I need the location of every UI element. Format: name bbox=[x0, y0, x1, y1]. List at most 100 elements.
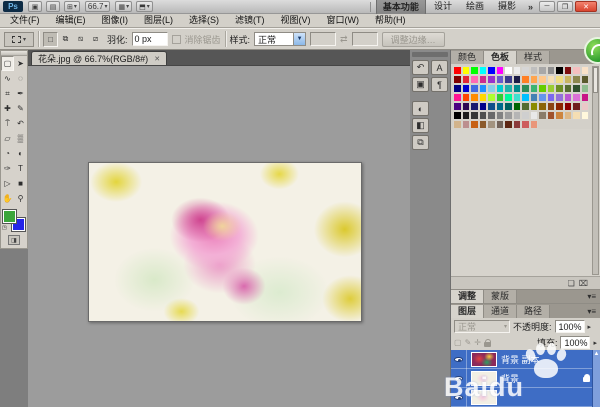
pen-tool[interactable]: ✑ bbox=[1, 161, 14, 176]
blur-tool[interactable]: ◔ bbox=[1, 146, 14, 161]
layer-row[interactable]: 背景 bbox=[451, 369, 600, 388]
workspace-overflow-button[interactable]: » bbox=[524, 2, 537, 12]
color-swatch[interactable] bbox=[504, 120, 513, 129]
type-tool[interactable]: T bbox=[14, 161, 27, 176]
zoom-tool[interactable]: ⚲ bbox=[14, 191, 27, 206]
refine-edge-button[interactable]: 调整边缘… bbox=[382, 32, 445, 47]
zoom-level-control[interactable]: 66.7 ▾ bbox=[85, 1, 111, 12]
color-swatch[interactable] bbox=[538, 84, 547, 93]
color-swatch[interactable] bbox=[479, 102, 488, 111]
color-swatch[interactable] bbox=[581, 84, 590, 93]
color-swatch[interactable] bbox=[564, 102, 573, 111]
subtract-selection-icon[interactable]: ⧅ bbox=[73, 32, 88, 47]
color-swatch[interactable] bbox=[470, 84, 479, 93]
hand-tool[interactable]: ✋ bbox=[1, 191, 14, 206]
color-swatch[interactable] bbox=[504, 84, 513, 93]
color-swatch[interactable] bbox=[504, 111, 513, 120]
layer-comps-icon[interactable]: ▣ bbox=[412, 77, 429, 92]
color-swatch[interactable] bbox=[479, 111, 488, 120]
color-swatch[interactable] bbox=[462, 102, 471, 111]
color-swatch[interactable] bbox=[487, 84, 496, 93]
color-swatch[interactable] bbox=[581, 102, 590, 111]
color-swatch[interactable] bbox=[547, 93, 556, 102]
color-swatch[interactable] bbox=[470, 66, 479, 75]
color-swatch[interactable] bbox=[504, 102, 513, 111]
color-swatch[interactable] bbox=[462, 111, 471, 120]
color-swatch[interactable] bbox=[538, 111, 547, 120]
rectangular-marquee-tool[interactable]: ▢ bbox=[1, 56, 14, 71]
visibility-toggle[interactable] bbox=[451, 388, 467, 407]
color-swatch[interactable] bbox=[564, 111, 573, 120]
color-swatch[interactable] bbox=[496, 111, 505, 120]
color-swatch[interactable] bbox=[572, 66, 581, 75]
lock-all-icon[interactable] bbox=[484, 342, 491, 347]
color-swatch[interactable] bbox=[555, 111, 564, 120]
color-swatch[interactable] bbox=[453, 66, 462, 75]
color-swatch[interactable] bbox=[470, 75, 479, 84]
blend-mode-dropdown[interactable]: 正常 ▾ bbox=[454, 320, 510, 333]
menu-item[interactable]: 文件(F) bbox=[2, 14, 48, 27]
menu-item[interactable]: 滤镜(T) bbox=[227, 14, 273, 27]
spot-healing-brush-tool[interactable]: ✚ bbox=[1, 101, 14, 116]
workspace-button-绘画[interactable]: 绘画 bbox=[460, 0, 490, 15]
color-swatch[interactable] bbox=[462, 120, 471, 129]
fill-spinner-icon[interactable]: ▸ bbox=[593, 339, 597, 347]
color-swatch[interactable] bbox=[487, 102, 496, 111]
color-swatch[interactable] bbox=[538, 66, 547, 75]
anti-alias-checkbox[interactable] bbox=[172, 35, 181, 44]
panel-menu-icon[interactable]: ▾≡ bbox=[583, 305, 600, 318]
color-swatch[interactable] bbox=[530, 66, 539, 75]
eraser-tool[interactable]: ▱ bbox=[1, 131, 14, 146]
minimize-button[interactable]: ─ bbox=[539, 1, 555, 12]
color-swatch[interactable] bbox=[530, 93, 539, 102]
color-swatch[interactable] bbox=[513, 111, 522, 120]
menu-item[interactable]: 视图(V) bbox=[273, 14, 319, 27]
menu-item[interactable]: 编辑(E) bbox=[48, 14, 94, 27]
color-swatch[interactable] bbox=[504, 66, 513, 75]
color-swatch[interactable] bbox=[470, 111, 479, 120]
tool-preset-picker[interactable]: ▾ bbox=[4, 32, 34, 47]
color-swatch[interactable] bbox=[564, 66, 573, 75]
clone-source-icon[interactable]: ⧉ bbox=[412, 135, 429, 150]
color-swatch[interactable] bbox=[521, 102, 530, 111]
lock-position-icon[interactable]: ✛ bbox=[474, 338, 481, 347]
lock-transparency-icon[interactable]: ▢ bbox=[454, 338, 462, 347]
color-swatch[interactable] bbox=[581, 75, 590, 84]
height-input[interactable] bbox=[352, 32, 378, 46]
quick-mask-button[interactable]: ◨ bbox=[8, 235, 20, 245]
color-swatch[interactable] bbox=[487, 93, 496, 102]
add-selection-icon[interactable]: ⧉ bbox=[58, 32, 73, 47]
tab-styles[interactable]: 样式 bbox=[517, 51, 550, 64]
color-swatch[interactable] bbox=[513, 102, 522, 111]
menu-item[interactable]: 窗口(W) bbox=[319, 14, 368, 27]
color-swatch[interactable] bbox=[572, 102, 581, 111]
tab-masks[interactable]: 蒙版 bbox=[484, 290, 517, 303]
feather-input[interactable]: 0 px bbox=[132, 32, 168, 46]
tab-adjustments[interactable]: 调整 bbox=[451, 290, 484, 303]
color-swatch[interactable] bbox=[496, 102, 505, 111]
close-icon[interactable]: ✕ bbox=[154, 55, 160, 63]
color-swatch[interactable] bbox=[564, 75, 573, 84]
color-swatch[interactable] bbox=[504, 75, 513, 84]
color-swatch[interactable] bbox=[547, 102, 556, 111]
color-swatch[interactable] bbox=[496, 120, 505, 129]
color-swatch[interactable] bbox=[453, 84, 462, 93]
quick-selection-tool[interactable]: ◌ bbox=[14, 71, 27, 86]
foreground-color-swatch[interactable] bbox=[3, 210, 16, 223]
tab-paths[interactable]: 路径 bbox=[517, 305, 550, 318]
color-swatch[interactable] bbox=[453, 75, 462, 84]
color-swatch[interactable] bbox=[513, 66, 522, 75]
color-swatch[interactable] bbox=[538, 102, 547, 111]
color-swatch[interactable] bbox=[555, 102, 564, 111]
layer-row[interactable] bbox=[451, 388, 600, 407]
color-swatch[interactable] bbox=[521, 111, 530, 120]
layer-thumbnail[interactable] bbox=[471, 371, 497, 386]
delete-swatch-icon[interactable]: ⌧ bbox=[579, 279, 588, 288]
workspace-button-基本功能[interactable]: 基本功能 bbox=[376, 0, 426, 15]
tab-channels[interactable]: 通道 bbox=[484, 305, 517, 318]
new-swatch-icon[interactable]: ❏ bbox=[568, 279, 575, 288]
brush-tool[interactable]: ✎ bbox=[14, 101, 27, 116]
color-swatch[interactable] bbox=[479, 66, 488, 75]
color-swatch[interactable] bbox=[479, 84, 488, 93]
color-swatch[interactable] bbox=[564, 84, 573, 93]
